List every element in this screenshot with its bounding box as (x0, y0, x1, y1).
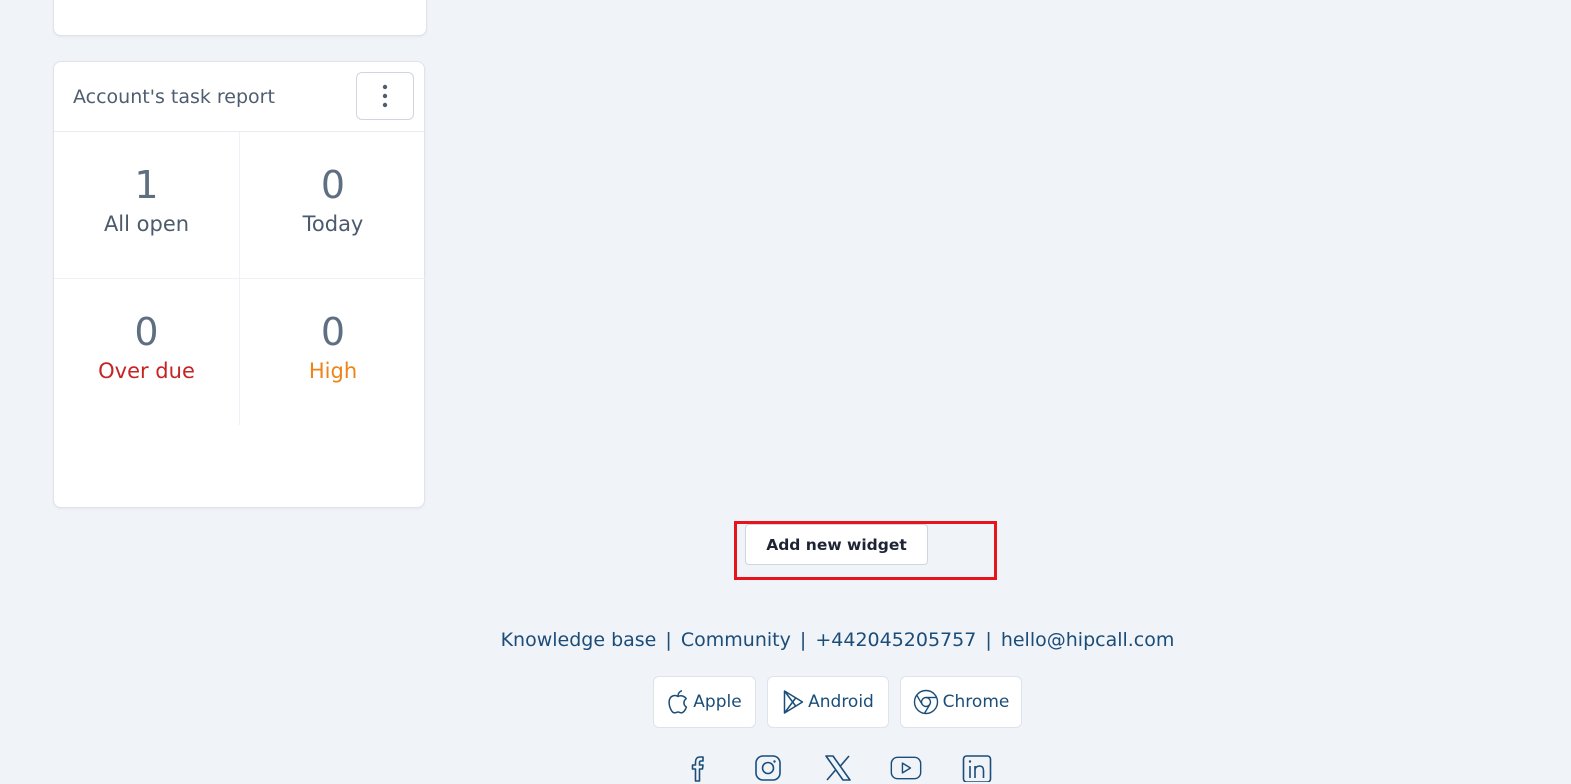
android-app-button[interactable]: Android (767, 676, 889, 728)
stat-value: 1 (134, 163, 159, 207)
app-label: Apple (693, 692, 742, 712)
android-play-icon (783, 690, 804, 714)
kebab-menu-icon (382, 84, 388, 108)
stat-label: High (308, 359, 358, 383)
stat-value: 0 (320, 163, 346, 207)
chrome-icon (913, 689, 938, 715)
widget-menu-button[interactable] (356, 72, 414, 120)
separator: | (665, 629, 672, 651)
stat-high[interactable]: 0 High (240, 279, 426, 425)
stat-label: Over due (98, 359, 195, 383)
apple-icon (668, 690, 688, 714)
email-link[interactable]: hello@hipcall.com (1001, 629, 1175, 651)
add-new-widget-button[interactable]: Add new widget (745, 524, 928, 565)
stat-value: 0 (320, 310, 346, 354)
previous-widget-card (53, 0, 427, 36)
separator: | (985, 629, 992, 651)
knowledge-base-link[interactable]: Knowledge base (501, 629, 657, 651)
stat-value: 0 (134, 310, 159, 354)
stat-today[interactable]: 0 Today (240, 132, 426, 279)
stat-label: Today (302, 212, 364, 236)
youtube-link[interactable] (890, 752, 922, 784)
task-report-widget: Account's task report 1 All open 0 Today… (53, 61, 426, 508)
widget-header: Account's task report (54, 62, 424, 132)
stat-label: All open (103, 212, 190, 236)
x-twitter-link[interactable] (822, 752, 854, 784)
stat-all-open[interactable]: 1 All open (54, 132, 240, 279)
widget-title: Account's task report (73, 86, 275, 108)
chrome-app-button[interactable]: Chrome (900, 676, 1022, 728)
linkedin-link[interactable] (961, 752, 993, 784)
phone-link[interactable]: +442045205757 (815, 629, 976, 651)
footer-links: Knowledge base | Community | +4420452057… (0, 629, 1571, 651)
facebook-link[interactable] (683, 752, 715, 784)
stat-over-due[interactable]: 0 Over due (54, 279, 240, 425)
app-label: Android (808, 692, 874, 712)
instagram-link[interactable] (752, 752, 784, 784)
app-label: Chrome (942, 692, 1010, 712)
apple-app-button[interactable]: Apple (653, 676, 756, 728)
separator: | (799, 629, 807, 651)
community-link[interactable]: Community (681, 629, 791, 651)
stats-grid: 1 All open 0 Today 0 Over due 0 High (54, 132, 426, 425)
